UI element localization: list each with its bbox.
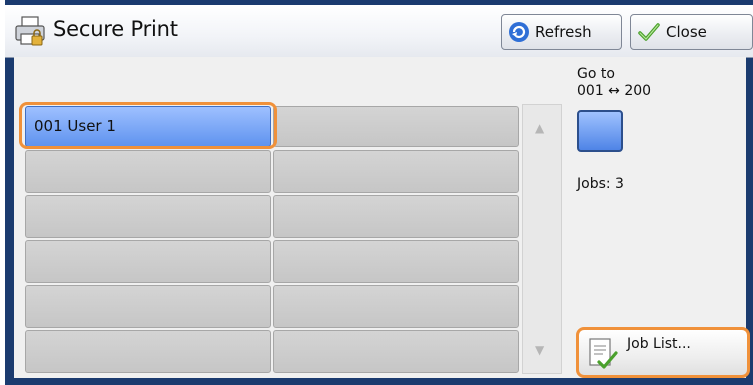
job-list-label: Job List... xyxy=(627,336,691,352)
goto-button[interactable] xyxy=(577,110,623,152)
user-list-item[interactable] xyxy=(25,285,271,328)
user-list-item[interactable] xyxy=(273,240,519,283)
user-list-item[interactable] xyxy=(273,195,519,238)
job-list-button[interactable]: Job List... xyxy=(576,327,750,378)
scroll-down-arrow-icon[interactable]: ▼ xyxy=(535,343,544,357)
scroll-up-arrow-icon[interactable]: ▲ xyxy=(535,121,544,135)
user-list-item[interactable] xyxy=(25,240,271,283)
user-list-item[interactable] xyxy=(25,150,271,193)
user-list-item[interactable] xyxy=(273,150,519,193)
goto-title: Go to xyxy=(577,66,615,82)
checkmark-icon xyxy=(638,23,660,41)
selection-highlight xyxy=(19,102,277,149)
goto-range: 001 ↔ 200 xyxy=(577,83,652,99)
refresh-label: Refresh xyxy=(535,23,592,41)
user-list-item[interactable] xyxy=(25,330,271,373)
title-bar: Secure Print Refresh Close xyxy=(5,5,753,58)
close-button[interactable]: Close xyxy=(630,14,753,50)
user-list-item[interactable] xyxy=(25,195,271,238)
user-list-item[interactable] xyxy=(273,285,519,328)
document-check-icon xyxy=(589,338,618,369)
user-list-item[interactable] xyxy=(273,330,519,373)
refresh-icon xyxy=(509,22,529,42)
jobs-count: Jobs: 3 xyxy=(577,176,624,192)
refresh-button[interactable]: Refresh xyxy=(501,14,622,50)
page-title: Secure Print xyxy=(53,17,178,41)
list-scrollbar[interactable]: ▲ ▼ xyxy=(522,104,562,374)
printer-lock-icon xyxy=(15,16,45,46)
goto-label: Go to 001 ↔ 200 xyxy=(577,66,651,100)
close-label: Close xyxy=(666,23,707,41)
user-list-item[interactable] xyxy=(273,106,519,147)
